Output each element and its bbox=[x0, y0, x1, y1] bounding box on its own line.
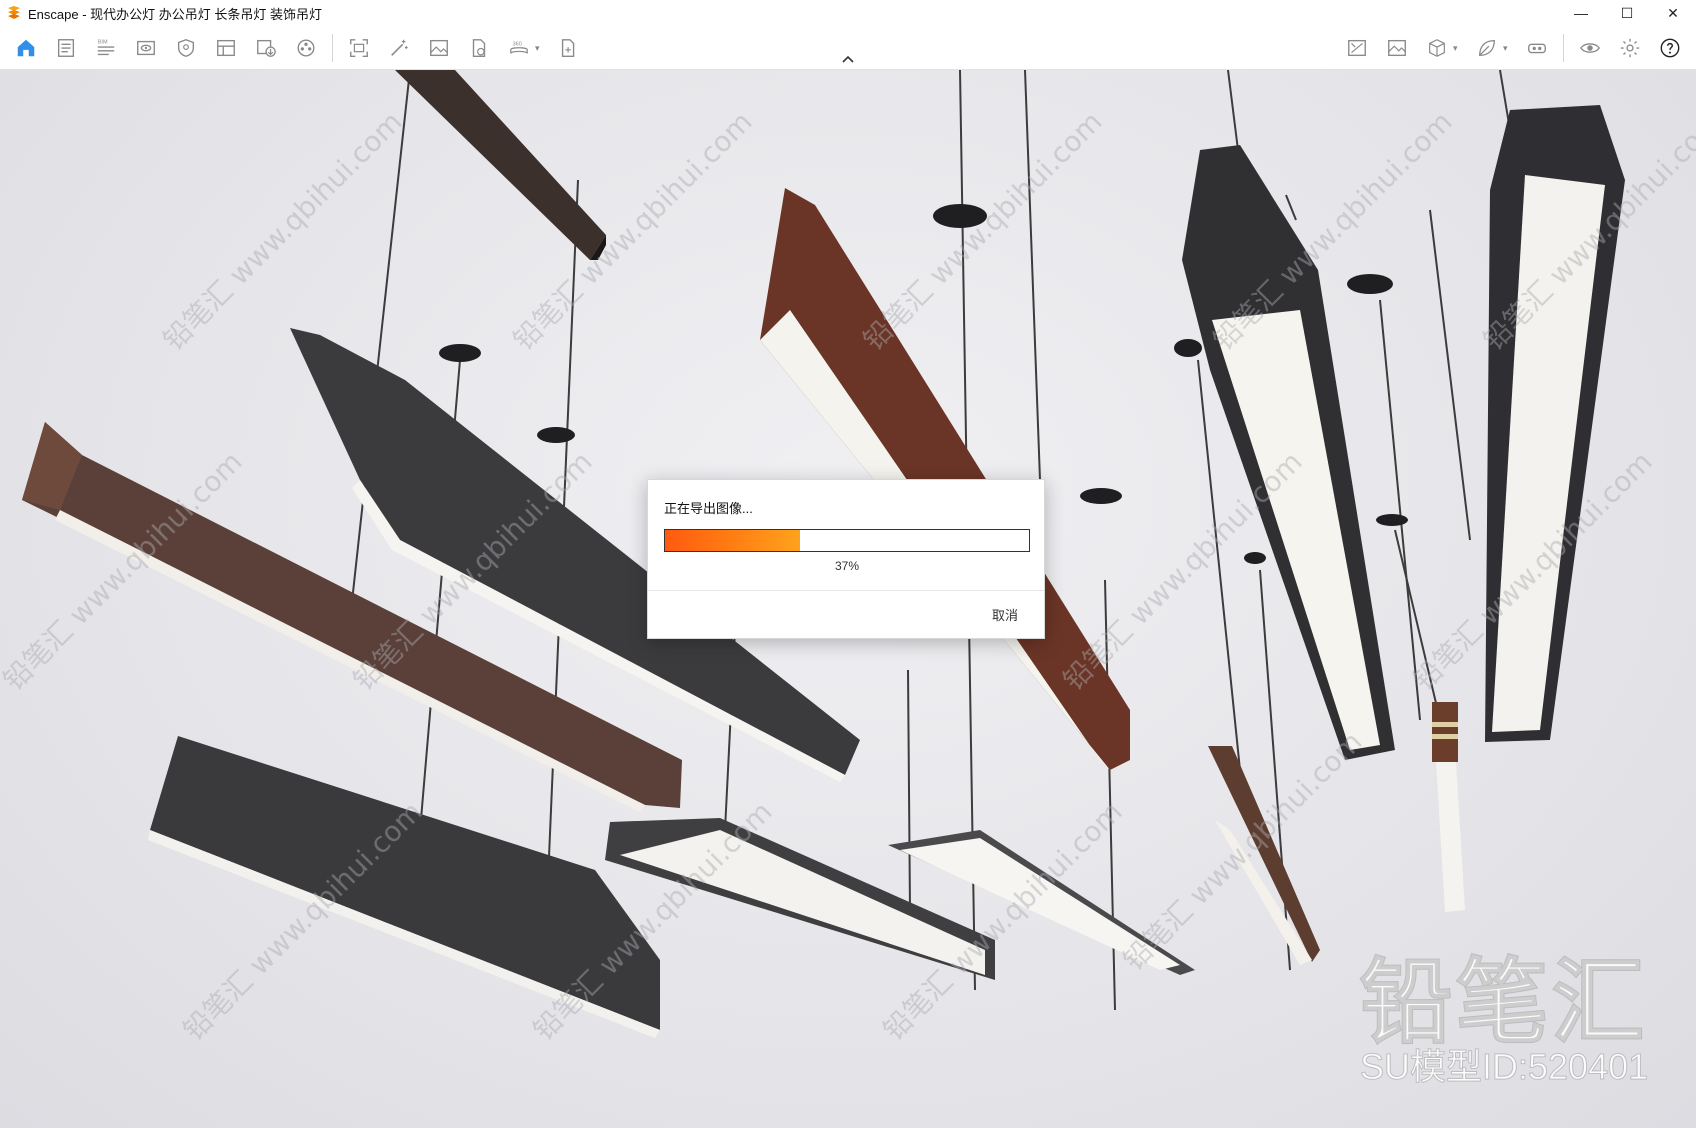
screenshot-icon bbox=[350, 39, 368, 57]
cube-icon bbox=[1429, 39, 1445, 57]
window-controls: — ☐ ✕ bbox=[1558, 0, 1696, 26]
cube-button[interactable] bbox=[1421, 32, 1453, 64]
model-id-watermark: SU模型ID:520401 bbox=[1359, 1046, 1649, 1088]
toolbar-separator bbox=[1563, 34, 1564, 62]
svg-text:BIM: BIM bbox=[98, 39, 108, 45]
dialog-divider bbox=[648, 590, 1044, 591]
batch-render-icon bbox=[217, 39, 235, 57]
settings-button[interactable] bbox=[1614, 32, 1646, 64]
export-progress-dialog: 正在导出图像... 37% 取消 bbox=[647, 479, 1045, 639]
svg-text:360: 360 bbox=[513, 41, 522, 47]
settings-gear-icon bbox=[1620, 38, 1640, 58]
minimize-button[interactable]: — bbox=[1558, 0, 1604, 26]
toolbar-right-group: ▾ ▾ bbox=[1337, 26, 1690, 70]
cube-dropdown-chevron-icon[interactable]: ▾ bbox=[1453, 43, 1463, 54]
leaf-dropdown-chevron-icon[interactable]: ▾ bbox=[1503, 43, 1513, 54]
progress-percent-label: 37% bbox=[834, 559, 860, 573]
leaf-button[interactable] bbox=[1471, 32, 1503, 64]
film-reel-icon bbox=[297, 39, 315, 57]
asset-library-icon bbox=[1348, 39, 1366, 57]
web-export-button[interactable] bbox=[553, 32, 585, 64]
view-settings-button[interactable] bbox=[1574, 32, 1606, 64]
vr-headset-icon bbox=[1528, 43, 1546, 54]
pendant-walnut-bar-right bbox=[1208, 746, 1320, 962]
image-settings-icon bbox=[1388, 39, 1406, 57]
dialog-title: 正在导出图像... bbox=[664, 501, 753, 516]
enscape-logo-icon bbox=[8, 6, 20, 19]
image-button[interactable] bbox=[423, 32, 455, 64]
cancel-button[interactable]: 取消 bbox=[992, 605, 1018, 624]
help-icon bbox=[1660, 38, 1680, 58]
shield-icon bbox=[177, 39, 195, 57]
window-title: Enscape - 现代办公灯 办公吊灯 长条吊灯 装饰吊灯 bbox=[28, 6, 322, 22]
panorama-dropdown-chevron-icon[interactable]: ▾ bbox=[535, 43, 545, 54]
asset-library-button[interactable] bbox=[1341, 32, 1373, 64]
toolbar-separator bbox=[332, 34, 333, 62]
vr-headset-button[interactable] bbox=[1521, 32, 1553, 64]
document-button[interactable] bbox=[50, 32, 82, 64]
home-icon bbox=[17, 39, 35, 57]
leaf-icon bbox=[1479, 40, 1495, 56]
screenshot-button[interactable] bbox=[343, 32, 375, 64]
progress-bar bbox=[664, 529, 1030, 552]
video-button[interactable] bbox=[290, 32, 322, 64]
panorama-button[interactable]: 360 bbox=[503, 32, 535, 64]
monitor-view-icon bbox=[137, 40, 155, 56]
export-button[interactable] bbox=[250, 32, 282, 64]
bim-icon: BIM bbox=[97, 39, 115, 56]
progress-bar-fill bbox=[665, 530, 800, 551]
pendant-bar-top-left bbox=[395, 70, 606, 260]
home-button[interactable] bbox=[10, 32, 42, 64]
shield-button[interactable] bbox=[170, 32, 202, 64]
maximize-button[interactable]: ☐ bbox=[1604, 0, 1650, 26]
close-button[interactable]: ✕ bbox=[1650, 0, 1696, 26]
document-icon bbox=[57, 39, 75, 57]
magic-wand-button[interactable] bbox=[383, 32, 415, 64]
web-export-icon bbox=[561, 39, 575, 57]
pendant-small-striped bbox=[1432, 702, 1465, 912]
magic-wand-icon bbox=[391, 39, 408, 56]
file-export-button[interactable] bbox=[463, 32, 495, 64]
bim-button[interactable]: BIM bbox=[90, 32, 122, 64]
batch-render-button[interactable] bbox=[210, 32, 242, 64]
image-settings-button[interactable] bbox=[1381, 32, 1413, 64]
panorama-360-icon: 360 bbox=[510, 41, 528, 55]
help-button[interactable] bbox=[1654, 32, 1686, 64]
eye-icon bbox=[1580, 43, 1600, 53]
export-icon bbox=[257, 39, 276, 57]
file-export-icon bbox=[472, 39, 486, 57]
monitor-view-button[interactable] bbox=[130, 32, 162, 64]
image-icon bbox=[430, 39, 448, 57]
toolbar-left-group: BIM 360 ▾ bbox=[6, 26, 589, 70]
collapse-toolbar-chevron-icon[interactable] bbox=[838, 52, 858, 66]
title-bar: Enscape - 现代办公灯 办公吊灯 长条吊灯 装饰吊灯 — ☐ ✕ bbox=[0, 0, 1696, 26]
